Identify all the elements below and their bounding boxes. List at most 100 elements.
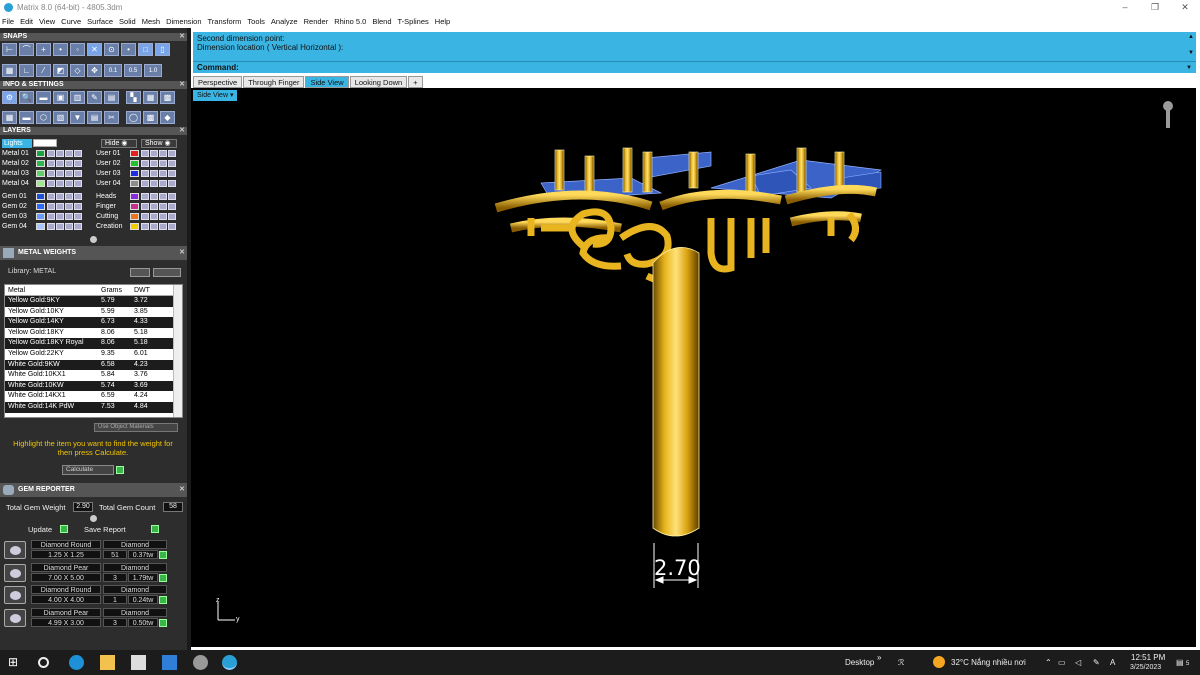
close-icon[interactable]: ✕ (179, 33, 185, 41)
layer-row[interactable]: Gem 01 (2, 192, 83, 201)
heads-icon[interactable]: ▚ (126, 91, 141, 104)
hide-button[interactable]: Hide ◉ (101, 139, 137, 148)
layers-icon[interactable]: ▤ (87, 111, 102, 124)
layer-visible-icon[interactable] (141, 160, 149, 167)
layer-color-swatch[interactable] (36, 193, 45, 200)
layer-select-icon[interactable] (65, 203, 73, 210)
calculate-button[interactable]: Calculate (62, 465, 114, 475)
edit-icon[interactable]: ✎ (87, 91, 102, 104)
update-go-icon[interactable] (60, 525, 68, 533)
layer-row[interactable]: Gem 03 (2, 212, 83, 221)
ring-icon[interactable]: ◯ (126, 111, 141, 124)
matrix-taskbar-icon[interactable] (222, 655, 237, 670)
layer-current-icon[interactable] (168, 213, 176, 220)
lock-icon[interactable] (56, 180, 64, 187)
close-icon[interactable]: ✕ (179, 483, 185, 497)
lock-icon[interactable] (150, 170, 158, 177)
layer-select-icon[interactable] (159, 180, 167, 187)
gem-row[interactable]: Diamond Round Diamond 1.25 X 1.25 51 0.37tw (4, 540, 167, 560)
layer-color-swatch[interactable] (130, 223, 139, 230)
menu-help[interactable]: Help (435, 17, 450, 26)
layer-select-icon[interactable] (65, 213, 73, 220)
layer-color-swatch[interactable] (130, 170, 139, 177)
edge-icon[interactable] (69, 655, 84, 670)
snap-quad-icon[interactable]: □ (138, 43, 153, 56)
gem-select-icon[interactable] (159, 596, 167, 604)
layer-select-icon[interactable] (65, 150, 73, 157)
table-row[interactable]: White Gold:14KX1 6.59 4.24 (5, 391, 182, 402)
save-report-button[interactable]: Save Report (84, 525, 126, 534)
lock-icon[interactable] (150, 203, 158, 210)
menu-mesh[interactable]: Mesh (142, 17, 160, 26)
layer-current-icon[interactable] (168, 150, 176, 157)
layer-current-icon[interactable] (74, 223, 82, 230)
gem-row[interactable]: Diamond Pear Diamond 4.99 X 3.00 3 0.50tw (4, 607, 167, 628)
layer-current-icon[interactable] (74, 180, 82, 187)
tools-icon[interactable]: ✂ (104, 111, 119, 124)
mail-icon[interactable] (162, 655, 177, 670)
add-tab-button[interactable]: + (408, 76, 423, 88)
layer-row[interactable]: Finger (96, 202, 177, 211)
menu-surface[interactable]: Surface (87, 17, 113, 26)
table-scrollbar[interactable] (173, 285, 182, 417)
windows-start-icon[interactable]: ⊞ (8, 655, 23, 670)
lock-icon[interactable] (56, 170, 64, 177)
gem-select-icon[interactable] (159, 618, 167, 627)
lock-icon[interactable] (150, 213, 158, 220)
layer-visible-icon[interactable] (47, 223, 55, 230)
layer-current-icon[interactable] (168, 203, 176, 210)
table-row[interactable]: Yellow Gold:22KY 9.35 6.01 (5, 349, 182, 360)
gem-row[interactable]: Diamond Pear Diamond 7.00 X 5.00 3 1.79tw (4, 562, 167, 583)
lock-icon[interactable] (150, 180, 158, 187)
layer-row[interactable]: Metal 02 (2, 159, 83, 168)
settings-icon[interactable]: ⚙ (2, 91, 17, 104)
snap-near-icon[interactable]: ⌒ (19, 43, 34, 56)
layer-row[interactable]: Metal 03 (2, 169, 83, 178)
layer-select-icon[interactable] (159, 203, 167, 210)
filter-icon[interactable]: ▼ (70, 111, 85, 124)
layer-current-icon[interactable] (74, 170, 82, 177)
menu-rhino[interactable]: Rhino 5.0 (334, 17, 366, 26)
snap-mid-icon[interactable]: • (53, 43, 68, 56)
gumball-icon[interactable]: ✥ (87, 64, 102, 77)
menu-blend[interactable]: Blend (372, 17, 391, 26)
box-icon[interactable]: ▣ (53, 91, 68, 104)
lock-icon[interactable] (150, 193, 158, 200)
menu-tsplines[interactable]: T-Splines (398, 17, 429, 26)
layer-visible-icon[interactable] (141, 193, 149, 200)
close-icon[interactable]: ✕ (179, 81, 185, 89)
layer-color-swatch[interactable] (130, 213, 139, 220)
table-row[interactable]: White Gold:9KW 6.58 4.23 (5, 359, 182, 371)
menu-tools[interactable]: Tools (247, 17, 265, 26)
network-icon[interactable]: ▭ (1058, 658, 1066, 667)
table-row[interactable]: White Gold:10KW 5.74 3.69 (5, 380, 182, 392)
snap-cen-icon[interactable]: ◦ (70, 43, 85, 56)
snap-tan-icon[interactable]: • (121, 43, 136, 56)
layer-row[interactable]: Heads (96, 192, 177, 201)
menu-edit[interactable]: Edit (20, 17, 33, 26)
layer-select-icon[interactable] (65, 193, 73, 200)
layer-current-icon[interactable] (74, 213, 82, 220)
restore-icon[interactable]: ❐ (1140, 0, 1170, 14)
table-row[interactable]: White Gold:10KX1 5.84 3.76 (5, 370, 182, 381)
tray-chevron-icon[interactable]: ⌃ (1045, 658, 1052, 667)
layer-visible-icon[interactable] (47, 160, 55, 167)
snap-value-3[interactable]: 1.0 (144, 64, 162, 77)
layer-row[interactable]: User 01 (96, 149, 177, 158)
tab-perspective[interactable]: Perspective (193, 76, 243, 88)
layer-color-swatch[interactable] (36, 160, 45, 167)
file-explorer-icon[interactable] (100, 655, 115, 670)
collapse-icon[interactable] (90, 236, 97, 243)
car-icon[interactable]: ▬ (36, 91, 51, 104)
table-row[interactable]: Yellow Gold:9KY 5.79 3.72 (5, 296, 182, 307)
menu-view[interactable]: View (39, 17, 55, 26)
layer-visible-icon[interactable] (47, 213, 55, 220)
clock-time[interactable]: 12:51 PM (1131, 653, 1165, 662)
side-view-viewport[interactable]: Side View ▾ 2.70 z y (191, 88, 1196, 647)
layer-current-icon[interactable] (168, 193, 176, 200)
layer-color-swatch[interactable] (130, 160, 139, 167)
lock-icon[interactable] (56, 150, 64, 157)
layer-current-icon[interactable] (168, 160, 176, 167)
search-icon[interactable] (38, 657, 49, 668)
menu-render[interactable]: Render (304, 17, 329, 26)
